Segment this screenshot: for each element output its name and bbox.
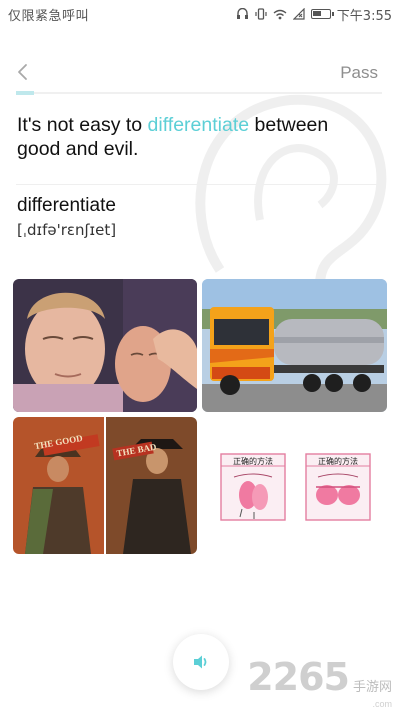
image-option-truck[interactable]: [202, 279, 387, 412]
signal-off-icon: [292, 8, 305, 20]
status-icons: 下午3:55: [236, 5, 392, 24]
method-caption-right: 正确的方法: [318, 456, 358, 466]
phonetic: [ˌdɪfə'rɛnʃɪet]: [17, 221, 117, 239]
battery-icon: [310, 9, 334, 19]
sentence-before: It's not easy to: [17, 114, 148, 136]
site-watermark: 2265 手游网 .com: [247, 655, 392, 709]
good-bad-image: THE GOOD THE BAD: [13, 417, 197, 554]
progress-fill: [16, 91, 35, 95]
vibrate-icon: [255, 8, 267, 20]
sentence-highlight: differentiate: [147, 114, 250, 136]
carrier-text: 仅限紧急呼叫: [8, 8, 90, 24]
method-image: 正确的方法 正确的方法: [202, 417, 387, 554]
chevron-left-icon: [18, 64, 27, 80]
faces-image: [13, 279, 197, 412]
progress-bar: [16, 91, 382, 95]
speaker-icon: [194, 655, 207, 669]
pass-button[interactable]: Pass: [340, 63, 378, 83]
method-caption-left: 正确的方法: [233, 456, 273, 466]
back-button[interactable]: [14, 62, 32, 82]
clock: 下午3:55: [336, 8, 392, 24]
watermark-number: 2265: [247, 655, 350, 699]
image-option-good-bad[interactable]: THE GOOD THE BAD: [13, 417, 197, 554]
example-sentence: It's not easy to differentiate between g…: [17, 113, 367, 161]
divider: [16, 184, 382, 185]
watermark-url: .com: [372, 699, 392, 709]
image-option-faces[interactable]: [13, 279, 197, 412]
truck-image: [202, 279, 387, 412]
wifi-icon: [273, 9, 287, 19]
image-option-method[interactable]: 正确的方法 正确的方法: [202, 417, 387, 554]
watermark-text: 手游网: [352, 680, 392, 695]
status-bar: 仅限紧急呼叫 下午3:55: [0, 0, 400, 28]
headset-icon: [236, 8, 248, 19]
vocab-word: differentiate: [17, 195, 116, 216]
play-audio-button[interactable]: [173, 634, 229, 690]
